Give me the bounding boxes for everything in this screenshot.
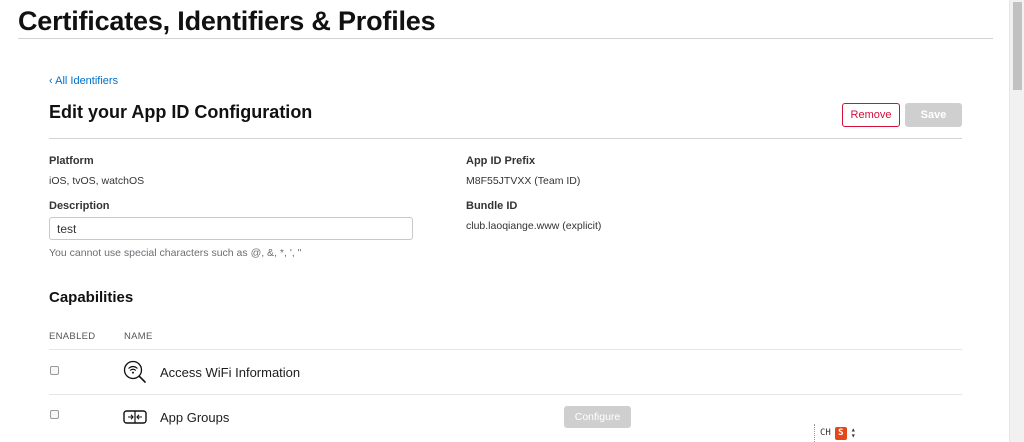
description-hint: You cannot use special characters such a…: [49, 247, 302, 259]
app-groups-checkbox[interactable]: [50, 410, 59, 419]
app-id-prefix-value: M8F55JTVXX (Team ID): [466, 175, 581, 187]
scrollbar-thumb[interactable]: [1013, 2, 1022, 90]
page-title: Certificates, Identifiers & Profiles: [18, 6, 436, 36]
bundle-id-label: Bundle ID: [466, 200, 518, 212]
wifi-search-icon: [123, 360, 146, 383]
capability-row-divider: [49, 394, 962, 395]
ime-language-label: CH: [820, 428, 831, 438]
all-identifiers-link[interactable]: ‹ All Identifiers: [49, 75, 118, 87]
name-column-header: NAME: [124, 331, 153, 342]
app-groups-icon: [123, 410, 147, 424]
capabilities-title: Capabilities: [49, 289, 134, 306]
sogou-ime-icon: S: [834, 426, 847, 440]
app-id-prefix-label: App ID Prefix: [466, 155, 536, 167]
configure-button[interactable]: Configure: [564, 406, 631, 428]
description-input[interactable]: [49, 217, 413, 240]
remove-button[interactable]: Remove: [842, 103, 900, 127]
header-divider: [49, 138, 962, 139]
ime-arrows-icon: ▴ ▾: [850, 425, 856, 440]
capability-name-app-groups: App Groups: [160, 410, 230, 425]
save-button[interactable]: Save: [905, 103, 962, 127]
capabilities-header-divider: [49, 349, 962, 350]
bundle-id-value: club.laoqiange.www (explicit): [466, 220, 602, 232]
title-divider: [18, 38, 993, 39]
description-label: Description: [49, 200, 110, 212]
platform-label: Platform: [49, 155, 94, 167]
platform-value: iOS, tvOS, watchOS: [49, 175, 145, 187]
capability-name-wifi: Access WiFi Information: [160, 365, 301, 380]
vertical-scrollbar[interactable]: [1009, 0, 1024, 442]
ime-indicator[interactable]: CH S ▴ ▾: [814, 424, 866, 442]
enabled-column-header: ENABLED: [49, 331, 96, 342]
section-title: Edit your App ID Configuration: [49, 102, 313, 122]
access-wifi-checkbox[interactable]: [50, 366, 59, 375]
